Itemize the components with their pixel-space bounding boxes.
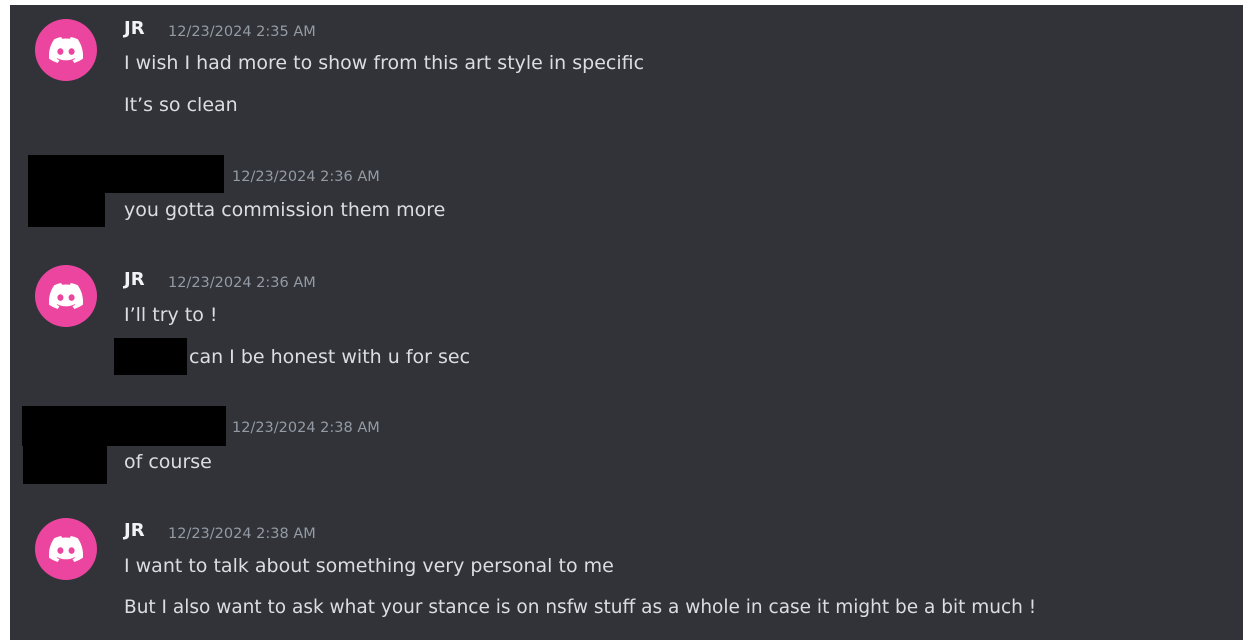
message-author[interactable]: JR — [124, 520, 145, 542]
user-avatar[interactable] — [35, 518, 97, 580]
message-timestamp[interactable]: 12/23/2024 2:38 AM — [168, 523, 316, 545]
message-author[interactable]: JR — [124, 269, 145, 291]
discord-logo-icon — [49, 283, 83, 309]
redacted-avatar — [28, 191, 105, 227]
message-timestamp[interactable]: 12/23/2024 2:36 AM — [168, 272, 316, 294]
redacted-avatar — [23, 445, 107, 484]
message-text: can I be honest with u for sec — [189, 346, 471, 368]
message-timestamp[interactable]: 12/23/2024 2:35 AM — [168, 21, 316, 43]
message-text: I want to talk about something very pers… — [124, 555, 614, 577]
user-avatar[interactable] — [35, 265, 97, 327]
message-timestamp[interactable]: 12/23/2024 2:36 AM — [232, 166, 380, 188]
discord-logo-icon — [49, 536, 83, 562]
message-text: I’ll try to ! — [124, 304, 218, 326]
redacted-username — [22, 406, 226, 446]
message-text: It’s so clean — [124, 94, 238, 116]
chat-message-list[interactable]: JR 12/23/2024 2:35 AM I wish I had more … — [10, 5, 1243, 640]
message-text: I wish I had more to show from this art … — [124, 52, 645, 74]
message-author[interactable]: JR — [124, 18, 145, 40]
message-text: you gotta commission them more — [124, 199, 446, 221]
redacted-mention — [114, 338, 187, 375]
message-text: of course — [124, 451, 212, 473]
user-avatar[interactable] — [35, 19, 97, 81]
message-timestamp[interactable]: 12/23/2024 2:38 AM — [232, 417, 380, 439]
redacted-username — [28, 155, 224, 193]
message-text: But I also want to ask what your stance … — [124, 597, 1037, 618]
discord-logo-icon — [49, 37, 83, 63]
